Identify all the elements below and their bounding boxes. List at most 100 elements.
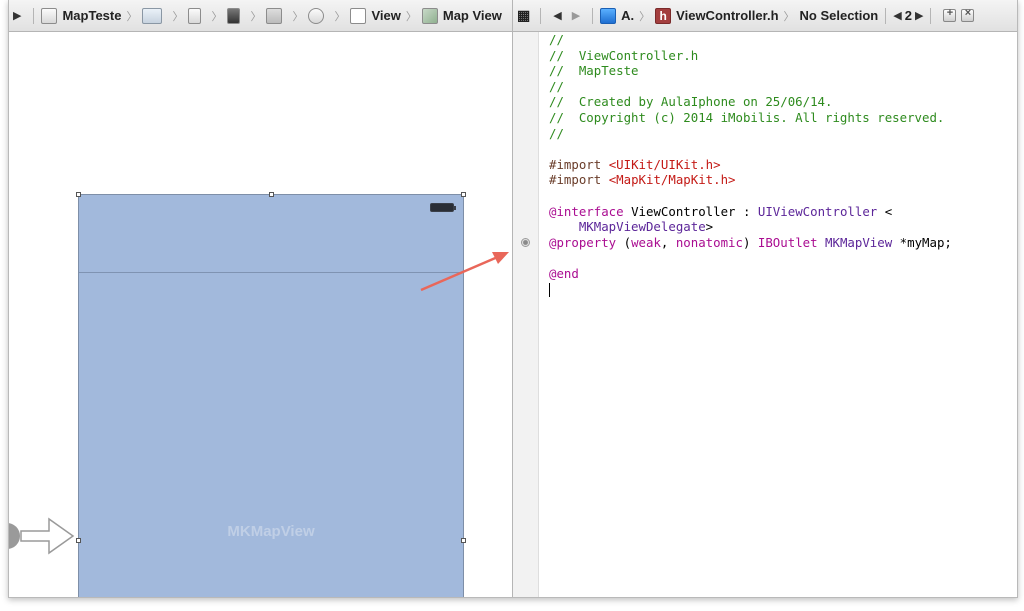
- related-items-icon[interactable]: ▦: [517, 7, 530, 24]
- arrow-shape: [20, 517, 75, 555]
- header-file-icon: h: [655, 7, 672, 24]
- breadcrumb-selection-label: No Selection: [799, 8, 879, 23]
- code-token: #import: [549, 156, 609, 172]
- view-controller-icon: [308, 7, 325, 24]
- map-view-label: MKMapView: [227, 523, 315, 540]
- breadcrumb-separator: 〉: [405, 10, 417, 23]
- map-view-icon: [421, 7, 438, 24]
- outlet-connection-icon[interactable]: [521, 238, 530, 247]
- breadcrumb-storyboard[interactable]: [188, 0, 206, 31]
- code-line[interactable]: // ViewController.h: [549, 47, 1017, 64]
- breadcrumb-view[interactable]: View: [350, 0, 401, 31]
- code-line[interactable]: // Copyright (c) 2014 iMobilis. All righ…: [549, 110, 1017, 126]
- breadcrumb-folder[interactable]: [142, 0, 167, 31]
- code-token: UIViewController: [757, 203, 878, 219]
- breadcrumb-scene[interactable]: [266, 0, 287, 31]
- code-line[interactable]: #import <MapKit/MapKit.h>: [549, 172, 1017, 188]
- code-line[interactable]: @interface ViewController : UIViewContro…: [549, 203, 1017, 220]
- code-token: MKMapViewDelegate: [549, 219, 706, 235]
- code-line[interactable]: MKMapViewDelegate>: [549, 219, 1017, 235]
- battery-icon: [430, 203, 456, 212]
- code-line[interactable]: @property (weak, nonatomic) IBOutlet MKM…: [549, 234, 1017, 251]
- back-arrow-icon[interactable]: ◀: [553, 9, 561, 22]
- assistant-jump-bar: ▦ ◀ ▶ A. 〉 h ViewController.h 〉 No Selec…: [513, 0, 1017, 32]
- map-view-scene[interactable]: MKMapView: [76, 192, 466, 597]
- code-token: ViewController :: [623, 203, 758, 219]
- editor-gutter: [513, 32, 539, 597]
- code-line[interactable]: // MapTeste: [549, 63, 1017, 79]
- breadcrumb-separator: 〉: [172, 10, 184, 23]
- next-counterpart-icon[interactable]: ▶: [915, 9, 923, 22]
- code-line[interactable]: //: [549, 125, 1017, 142]
- breadcrumb-base[interactable]: [227, 0, 245, 31]
- code-editor[interactable]: //// ViewController.h// MapTeste//// Cre…: [549, 32, 1017, 597]
- code-line[interactable]: // Created by AulaIphone on 25/06/14.: [549, 94, 1017, 110]
- code-line[interactable]: [549, 250, 1017, 266]
- divider: [33, 7, 35, 24]
- breadcrumb-separator: 〉: [211, 10, 223, 23]
- divider: [885, 7, 887, 24]
- arrow-source-circle: [9, 523, 20, 549]
- code-token: (: [616, 234, 632, 250]
- breadcrumb-view-controller[interactable]: [308, 0, 329, 31]
- code-token: @end: [549, 265, 579, 281]
- code-line[interactable]: //: [549, 32, 1017, 48]
- divider: [930, 7, 932, 24]
- code-token: // Created by AulaIphone on 25/06/14.: [549, 94, 833, 110]
- view-icon: [350, 7, 367, 24]
- code-line[interactable]: @end: [549, 265, 1017, 282]
- code-token: //: [549, 32, 564, 47]
- base-localization-icon: [227, 7, 241, 24]
- breadcrumb-separator: 〉: [639, 10, 651, 23]
- add-editor-button[interactable]: +: [943, 7, 957, 22]
- code-token: *myMap;: [892, 234, 952, 250]
- project-icon: [41, 7, 58, 24]
- breadcrumb-separator: 〉: [126, 10, 138, 23]
- close-editor-button[interactable]: ×: [961, 7, 975, 22]
- breadcrumb-map-view-label: Map View: [442, 8, 502, 23]
- resize-handle[interactable]: [269, 192, 274, 197]
- forward-arrow-icon[interactable]: ▶: [572, 9, 580, 22]
- storyboard-file-icon: [188, 7, 202, 24]
- code-token: <MapKit/MapKit.h>: [608, 172, 736, 188]
- resize-handle[interactable]: [461, 538, 466, 543]
- code-token: <UIKit/UIKit.h>: [608, 156, 721, 172]
- breadcrumb-separator: 〉: [783, 10, 795, 23]
- resize-handle[interactable]: [461, 192, 466, 197]
- code-line[interactable]: [549, 141, 1017, 157]
- code-token: #import: [549, 172, 609, 188]
- breadcrumb-assistant-mode[interactable]: A.: [600, 0, 634, 31]
- initial-view-controller-arrow-icon[interactable]: [8, 516, 77, 556]
- code-token: //: [549, 125, 564, 141]
- scene-icon: [266, 7, 283, 24]
- previous-counterpart-icon[interactable]: ◀: [893, 9, 901, 22]
- code-token: <: [877, 203, 893, 219]
- storyboard-jump-bar: ▶ MapTeste 〉 〉 〉 〉 〉 〉 View 〉 Map View: [9, 0, 512, 32]
- breadcrumb-project[interactable]: MapTeste: [41, 0, 121, 31]
- breadcrumb-separator: 〉: [292, 10, 304, 23]
- breadcrumb-map-view[interactable]: Map View: [421, 0, 502, 31]
- code-token: @interface: [549, 203, 624, 219]
- code-token: >: [705, 219, 714, 235]
- code-token: IBOutlet: [757, 234, 818, 250]
- divider: [592, 7, 594, 24]
- code-line[interactable]: #import <UIKit/UIKit.h>: [549, 156, 1017, 173]
- breadcrumb-view-label: View: [371, 8, 401, 23]
- code-line[interactable]: //: [549, 79, 1017, 95]
- code-line[interactable]: [549, 188, 1017, 204]
- code-token: // MapTeste: [549, 63, 639, 79]
- code-line[interactable]: [549, 282, 1017, 298]
- storyboard-canvas[interactable]: MKMapView: [9, 32, 512, 597]
- code-token: nonatomic: [675, 234, 743, 250]
- breadcrumb-file[interactable]: h ViewController.h: [655, 0, 779, 31]
- breadcrumb-file-label: ViewController.h: [676, 8, 779, 23]
- code-token: // ViewController.h: [549, 47, 699, 63]
- code-token: @property: [549, 234, 617, 250]
- breadcrumb-selection[interactable]: No Selection: [800, 0, 879, 31]
- breadcrumb-project-label: MapTeste: [62, 8, 122, 23]
- resize-handle[interactable]: [76, 192, 81, 197]
- breadcrumb-separator: 〉: [250, 10, 262, 23]
- code-token: ,: [660, 234, 676, 250]
- forward-arrow-icon[interactable]: ▶: [13, 9, 21, 22]
